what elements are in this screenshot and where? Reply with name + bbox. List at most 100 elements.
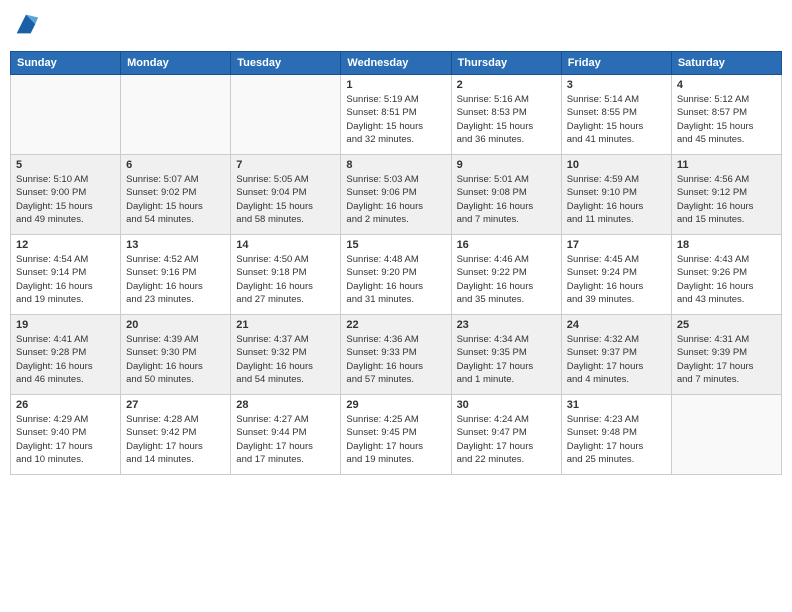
calendar-table: Sunday Monday Tuesday Wednesday Thursday… xyxy=(10,51,782,475)
day-info: Sunrise: 4:34 AM Sunset: 9:35 PM Dayligh… xyxy=(457,333,556,386)
day-number: 8 xyxy=(346,159,445,171)
header xyxy=(10,10,782,43)
day-info: Sunrise: 4:36 AM Sunset: 9:33 PM Dayligh… xyxy=(346,333,445,386)
day-info: Sunrise: 4:32 AM Sunset: 9:37 PM Dayligh… xyxy=(567,333,666,386)
table-row: 3 Sunrise: 5:14 AM Sunset: 8:55 PM Daylig… xyxy=(561,75,671,155)
day-info: Sunrise: 4:43 AM Sunset: 9:26 PM Dayligh… xyxy=(677,253,776,306)
day-number: 27 xyxy=(126,399,225,411)
day-number: 10 xyxy=(567,159,666,171)
table-row: 1 Sunrise: 5:19 AM Sunset: 8:51 PM Daylig… xyxy=(341,75,451,155)
day-info: Sunrise: 4:31 AM Sunset: 9:39 PM Dayligh… xyxy=(677,333,776,386)
header-monday: Monday xyxy=(121,52,231,75)
day-info: Sunrise: 4:27 AM Sunset: 9:44 PM Dayligh… xyxy=(236,413,335,466)
day-number: 22 xyxy=(346,319,445,331)
day-number: 11 xyxy=(677,159,776,171)
calendar-week-row: 19 Sunrise: 4:41 AM Sunset: 9:28 PM Dayli… xyxy=(11,315,782,395)
day-number: 23 xyxy=(457,319,556,331)
day-info: Sunrise: 4:54 AM Sunset: 9:14 PM Dayligh… xyxy=(16,253,115,306)
header-wednesday: Wednesday xyxy=(341,52,451,75)
table-row: 8 Sunrise: 5:03 AM Sunset: 9:06 PM Daylig… xyxy=(341,155,451,235)
table-row: 7Sunrise: 5:05 AM Sunset: 9:04 PM Daylig… xyxy=(231,155,341,235)
table-row: 15 Sunrise: 4:48 AM Sunset: 9:20 PM Dayli… xyxy=(341,235,451,315)
logo xyxy=(10,10,40,43)
day-number: 18 xyxy=(677,239,776,251)
calendar-week-row: 5 Sunrise: 5:10 AM Sunset: 9:00 PM Daylig… xyxy=(11,155,782,235)
day-info: Sunrise: 4:45 AM Sunset: 9:24 PM Dayligh… xyxy=(567,253,666,306)
table-row: 23 Sunrise: 4:34 AM Sunset: 9:35 PM Dayli… xyxy=(451,315,561,395)
day-info: Sunrise: 5:14 AM Sunset: 8:55 PM Dayligh… xyxy=(567,93,666,146)
table-row: 11 Sunrise: 4:56 AM Sunset: 9:12 PM Dayli… xyxy=(671,155,781,235)
day-number: 16 xyxy=(457,239,556,251)
day-info: Sunrise: 5:19 AM Sunset: 8:51 PM Dayligh… xyxy=(346,93,445,146)
day-number: 9 xyxy=(457,159,556,171)
day-info: Sunrise: 4:52 AM Sunset: 9:16 PM Dayligh… xyxy=(126,253,225,306)
table-row xyxy=(231,75,341,155)
day-info: Sunrise: 5:10 AM Sunset: 9:00 PM Dayligh… xyxy=(16,173,115,226)
table-row: 13 Sunrise: 4:52 AM Sunset: 9:16 PM Dayli… xyxy=(121,235,231,315)
day-number: 15 xyxy=(346,239,445,251)
table-row: 10 Sunrise: 4:59 AM Sunset: 9:10 PM Dayli… xyxy=(561,155,671,235)
table-row: 5 Sunrise: 5:10 AM Sunset: 9:00 PM Daylig… xyxy=(11,155,121,235)
table-row: 21 Sunrise: 4:37 AM Sunset: 9:32 PM Dayli… xyxy=(231,315,341,395)
table-row: 31 Sunrise: 4:23 AM Sunset: 9:48 PM Dayli… xyxy=(561,395,671,475)
table-row: 28 Sunrise: 4:27 AM Sunset: 9:44 PM Dayli… xyxy=(231,395,341,475)
day-number: 12 xyxy=(16,239,115,251)
day-info: Sunrise: 4:59 AM Sunset: 9:10 PM Dayligh… xyxy=(567,173,666,226)
day-info: Sunrise: 4:23 AM Sunset: 9:48 PM Dayligh… xyxy=(567,413,666,466)
calendar-week-row: 1 Sunrise: 5:19 AM Sunset: 8:51 PM Daylig… xyxy=(11,75,782,155)
table-row: 2Sunrise: 5:16 AM Sunset: 8:53 PM Daylig… xyxy=(451,75,561,155)
table-row: 20Sunrise: 4:39 AM Sunset: 9:30 PM Dayli… xyxy=(121,315,231,395)
table-row: 17 Sunrise: 4:45 AM Sunset: 9:24 PM Dayli… xyxy=(561,235,671,315)
day-number: 5 xyxy=(16,159,115,171)
page: Sunday Monday Tuesday Wednesday Thursday… xyxy=(0,0,792,612)
table-row xyxy=(11,75,121,155)
day-info: Sunrise: 5:12 AM Sunset: 8:57 PM Dayligh… xyxy=(677,93,776,146)
table-row: 22 Sunrise: 4:36 AM Sunset: 9:33 PM Dayli… xyxy=(341,315,451,395)
table-row: 4Sunrise: 5:12 AM Sunset: 8:57 PM Daylig… xyxy=(671,75,781,155)
day-number: 6 xyxy=(126,159,225,171)
table-row: 26 Sunrise: 4:29 AM Sunset: 9:40 PM Dayli… xyxy=(11,395,121,475)
header-tuesday: Tuesday xyxy=(231,52,341,75)
table-row: 9 Sunrise: 5:01 AM Sunset: 9:08 PM Daylig… xyxy=(451,155,561,235)
day-number: 21 xyxy=(236,319,335,331)
day-number: 31 xyxy=(567,399,666,411)
day-info: Sunrise: 4:37 AM Sunset: 9:32 PM Dayligh… xyxy=(236,333,335,386)
day-number: 1 xyxy=(346,79,445,91)
day-info: Sunrise: 4:41 AM Sunset: 9:28 PM Dayligh… xyxy=(16,333,115,386)
day-info: Sunrise: 4:48 AM Sunset: 9:20 PM Dayligh… xyxy=(346,253,445,306)
day-info: Sunrise: 5:01 AM Sunset: 9:08 PM Dayligh… xyxy=(457,173,556,226)
day-number: 25 xyxy=(677,319,776,331)
header-friday: Friday xyxy=(561,52,671,75)
table-row xyxy=(121,75,231,155)
day-number: 24 xyxy=(567,319,666,331)
day-info: Sunrise: 4:50 AM Sunset: 9:18 PM Dayligh… xyxy=(236,253,335,306)
calendar-week-row: 26 Sunrise: 4:29 AM Sunset: 9:40 PM Dayli… xyxy=(11,395,782,475)
day-info: Sunrise: 5:16 AM Sunset: 8:53 PM Dayligh… xyxy=(457,93,556,146)
day-info: Sunrise: 4:25 AM Sunset: 9:45 PM Dayligh… xyxy=(346,413,445,466)
day-number: 19 xyxy=(16,319,115,331)
logo-icon xyxy=(12,10,40,38)
day-number: 26 xyxy=(16,399,115,411)
table-row: 18 Sunrise: 4:43 AM Sunset: 9:26 PM Dayli… xyxy=(671,235,781,315)
day-info: Sunrise: 4:29 AM Sunset: 9:40 PM Dayligh… xyxy=(16,413,115,466)
day-number: 29 xyxy=(346,399,445,411)
day-number: 14 xyxy=(236,239,335,251)
table-row: 6 Sunrise: 5:07 AM Sunset: 9:02 PM Daylig… xyxy=(121,155,231,235)
day-number: 13 xyxy=(126,239,225,251)
day-info: Sunrise: 5:05 AM Sunset: 9:04 PM Dayligh… xyxy=(236,173,335,226)
header-thursday: Thursday xyxy=(451,52,561,75)
calendar-week-row: 12 Sunrise: 4:54 AM Sunset: 9:14 PM Dayli… xyxy=(11,235,782,315)
day-number: 28 xyxy=(236,399,335,411)
day-info: Sunrise: 5:07 AM Sunset: 9:02 PM Dayligh… xyxy=(126,173,225,226)
day-info: Sunrise: 5:03 AM Sunset: 9:06 PM Dayligh… xyxy=(346,173,445,226)
day-info: Sunrise: 4:24 AM Sunset: 9:47 PM Dayligh… xyxy=(457,413,556,466)
day-info: Sunrise: 4:39 AM Sunset: 9:30 PM Dayligh… xyxy=(126,333,225,386)
day-info: Sunrise: 4:56 AM Sunset: 9:12 PM Dayligh… xyxy=(677,173,776,226)
table-row: 19 Sunrise: 4:41 AM Sunset: 9:28 PM Dayli… xyxy=(11,315,121,395)
day-number: 17 xyxy=(567,239,666,251)
table-row: 29 Sunrise: 4:25 AM Sunset: 9:45 PM Dayli… xyxy=(341,395,451,475)
table-row xyxy=(671,395,781,475)
header-saturday: Saturday xyxy=(671,52,781,75)
day-number: 3 xyxy=(567,79,666,91)
calendar-header-row: Sunday Monday Tuesday Wednesday Thursday… xyxy=(11,52,782,75)
